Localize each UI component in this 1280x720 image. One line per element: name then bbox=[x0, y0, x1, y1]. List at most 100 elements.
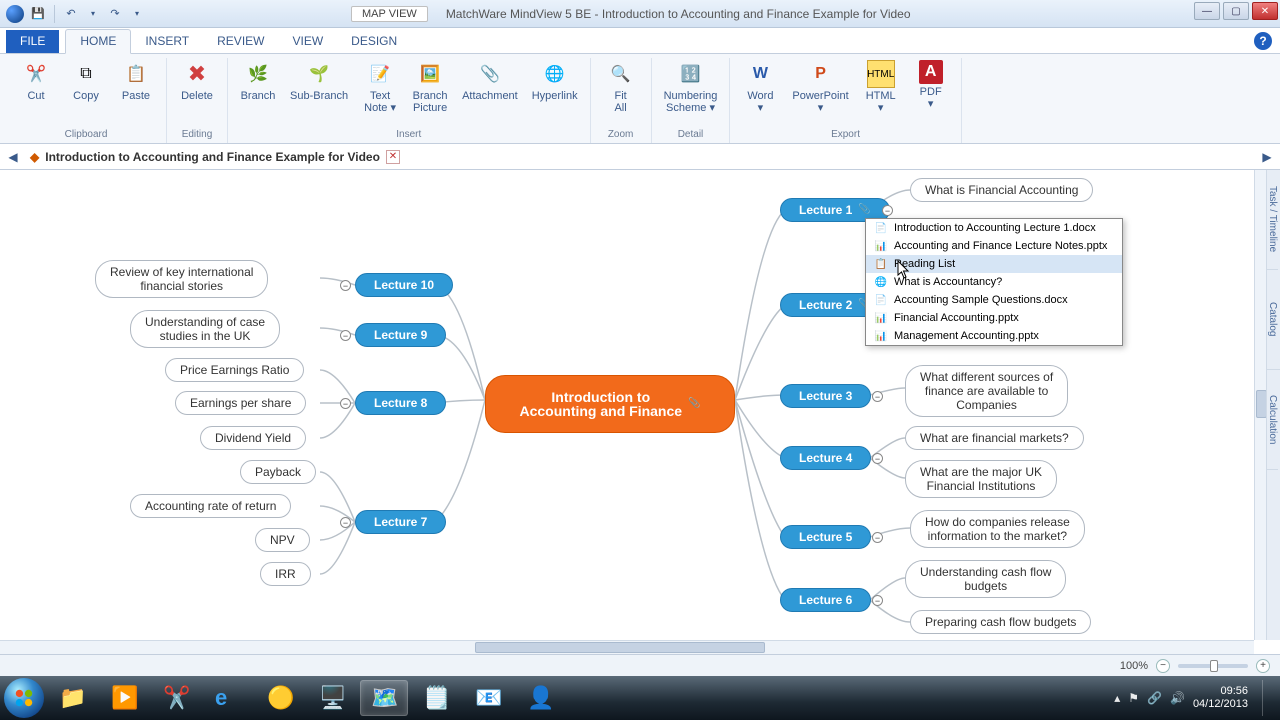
leaf-payback[interactable]: Payback bbox=[240, 460, 316, 484]
document-tab[interactable]: ◆ Introduction to Accounting and Finance… bbox=[30, 150, 400, 164]
leaf-divy[interactable]: Dividend Yield bbox=[200, 426, 306, 450]
leaf-npv[interactable]: NPV bbox=[255, 528, 310, 552]
tab-file[interactable]: FILE bbox=[6, 30, 59, 53]
minimize-button[interactable]: — bbox=[1194, 2, 1220, 20]
leaf-financial-accounting[interactable]: What is Financial Accounting bbox=[910, 178, 1093, 202]
leaf-markets[interactable]: What are financial markets? bbox=[905, 426, 1084, 450]
scroll-thumb[interactable] bbox=[475, 642, 765, 653]
delete-button[interactable]: ✖Delete bbox=[175, 58, 219, 104]
collapse-toggle[interactable]: − bbox=[872, 453, 883, 464]
center-node[interactable]: Introduction to Accounting and Finance 📎 bbox=[485, 375, 735, 433]
fitall-button[interactable]: 🔍Fit All bbox=[599, 58, 643, 116]
maximize-button[interactable]: ▢ bbox=[1223, 2, 1249, 20]
taskbar-stickynotes[interactable]: 🗒️ bbox=[412, 680, 460, 716]
taskbar-ie[interactable]: e bbox=[204, 680, 252, 716]
app-orb-icon[interactable] bbox=[6, 5, 24, 23]
show-desktop-button[interactable] bbox=[1262, 680, 1274, 716]
taskbar-app1[interactable]: 🖥️ bbox=[308, 680, 356, 716]
collapse-toggle[interactable]: − bbox=[872, 391, 883, 402]
help-icon[interactable]: ? bbox=[1254, 32, 1272, 50]
attachment-button[interactable]: 📎Attachment bbox=[458, 58, 522, 104]
horizontal-scrollbar[interactable] bbox=[0, 640, 1254, 654]
leaf-arr[interactable]: Accounting rate of return bbox=[130, 494, 291, 518]
redo-icon[interactable]: ↷ bbox=[107, 6, 123, 22]
cut-button[interactable]: ✂️Cut bbox=[14, 58, 58, 104]
attachment-item[interactable]: 📊Financial Accounting.pptx bbox=[866, 309, 1122, 327]
collapse-toggle[interactable]: − bbox=[882, 205, 893, 216]
collapse-toggle[interactable]: − bbox=[340, 517, 351, 528]
flag-icon[interactable]: ⚑ bbox=[1128, 691, 1139, 705]
export-word-button[interactable]: WWord ▾ bbox=[738, 58, 782, 116]
attachment-item[interactable]: 📄Introduction to Accounting Lecture 1.do… bbox=[866, 219, 1122, 237]
zoom-slider[interactable] bbox=[1178, 664, 1248, 668]
numbering-button[interactable]: 🔢Numbering Scheme ▾ bbox=[660, 58, 722, 116]
leaf-release[interactable]: How do companies release information to … bbox=[910, 510, 1085, 548]
node-lecture-7[interactable]: Lecture 7 bbox=[355, 510, 446, 534]
tray-chevron-icon[interactable]: ▴ bbox=[1114, 691, 1120, 705]
close-button[interactable]: ✕ bbox=[1252, 2, 1278, 20]
speaker-icon[interactable]: 🔊 bbox=[1170, 691, 1185, 705]
collapse-toggle[interactable]: − bbox=[872, 532, 883, 543]
leaf-prep-cf[interactable]: Preparing cash flow budgets bbox=[910, 610, 1091, 634]
tab-scroll-left-icon[interactable]: ◀ bbox=[6, 150, 20, 164]
zoom-in-button[interactable]: + bbox=[1256, 659, 1270, 673]
export-ppt-button[interactable]: PPowerPoint ▾ bbox=[788, 58, 852, 116]
export-html-button[interactable]: HTMLHTML ▾ bbox=[859, 58, 903, 116]
leaf-eps[interactable]: Earnings per share bbox=[175, 391, 306, 415]
save-icon[interactable]: 💾 bbox=[30, 6, 46, 22]
taskbar-snipping[interactable]: ✂️ bbox=[152, 680, 200, 716]
tab-design[interactable]: DESIGN bbox=[337, 30, 411, 53]
collapse-toggle[interactable]: − bbox=[340, 330, 351, 341]
taskbar-mindview[interactable]: 🗺️ bbox=[360, 680, 408, 716]
leaf-uk-institutions[interactable]: What are the major UK Financial Institut… bbox=[905, 460, 1057, 498]
network-icon[interactable]: 🔗 bbox=[1147, 691, 1162, 705]
node-lecture-4[interactable]: Lecture 4 bbox=[780, 446, 871, 470]
qat-menu-icon[interactable]: ▾ bbox=[129, 6, 145, 22]
taskbar-explorer[interactable]: 📁 bbox=[48, 680, 96, 716]
taskbar-app2[interactable]: 👤 bbox=[516, 680, 564, 716]
tab-home[interactable]: HOME bbox=[65, 29, 131, 54]
attachment-item[interactable]: 📋Reading List bbox=[866, 255, 1122, 273]
leaf-sources[interactable]: What different sources of finance are av… bbox=[905, 365, 1068, 417]
textnote-button[interactable]: 📝Text Note ▾ bbox=[358, 58, 402, 116]
tab-insert[interactable]: INSERT bbox=[131, 30, 203, 53]
branchpicture-button[interactable]: 🖼️Branch Picture bbox=[408, 58, 452, 116]
collapse-toggle[interactable]: − bbox=[340, 398, 351, 409]
copy-button[interactable]: ⧉Copy bbox=[64, 58, 108, 104]
tray-clock[interactable]: 09:56 04/12/2013 bbox=[1193, 685, 1248, 711]
attachment-item[interactable]: 🌐What is Accountancy? bbox=[866, 273, 1122, 291]
collapse-toggle[interactable]: − bbox=[340, 280, 351, 291]
branch-button[interactable]: 🌿Branch bbox=[236, 58, 280, 104]
tab-scroll-right-icon[interactable]: ▶ bbox=[1260, 150, 1274, 164]
hyperlink-button[interactable]: 🌐Hyperlink bbox=[528, 58, 582, 104]
node-lecture-3[interactable]: Lecture 3 bbox=[780, 384, 871, 408]
leaf-under-cf[interactable]: Understanding cash flow budgets bbox=[905, 560, 1066, 598]
attachment-item[interactable]: 📄Accounting Sample Questions.docx bbox=[866, 291, 1122, 309]
node-lecture-10[interactable]: Lecture 10 bbox=[355, 273, 453, 297]
taskbar-chrome[interactable]: 🟡 bbox=[256, 680, 304, 716]
leaf-per[interactable]: Price Earnings Ratio bbox=[165, 358, 304, 382]
leaf-case-uk[interactable]: Understanding of case studies in the UK bbox=[130, 310, 280, 348]
node-lecture-5[interactable]: Lecture 5 bbox=[780, 525, 871, 549]
leaf-irr[interactable]: IRR bbox=[260, 562, 311, 586]
taskbar-mediaplayer[interactable]: ▶️ bbox=[100, 680, 148, 716]
sidetab-calculation[interactable]: Calculation bbox=[1267, 370, 1278, 470]
tab-review[interactable]: REVIEW bbox=[203, 30, 278, 53]
subbranch-button[interactable]: 🌱Sub-Branch bbox=[286, 58, 352, 104]
collapse-toggle[interactable]: − bbox=[872, 595, 883, 606]
undo-menu-icon[interactable]: ▾ bbox=[85, 6, 101, 22]
sidetab-task-timeline[interactable]: Task / Timeline bbox=[1267, 170, 1278, 270]
taskbar-outlook[interactable]: 📧 bbox=[464, 680, 512, 716]
undo-icon[interactable]: ↶ bbox=[63, 6, 79, 22]
attachment-item[interactable]: 📊Accounting and Finance Lecture Notes.pp… bbox=[866, 237, 1122, 255]
node-lecture-6[interactable]: Lecture 6 bbox=[780, 588, 871, 612]
sidetab-multimedia[interactable]: Multimedia Catalog bbox=[1267, 270, 1280, 370]
tab-view[interactable]: VIEW bbox=[278, 30, 337, 53]
attachment-item[interactable]: 📊Management Accounting.pptx bbox=[866, 327, 1122, 345]
node-lecture-8[interactable]: Lecture 8 bbox=[355, 391, 446, 415]
close-document-icon[interactable]: ✕ bbox=[386, 150, 400, 164]
paste-button[interactable]: 📋Paste bbox=[114, 58, 158, 104]
node-lecture-9[interactable]: Lecture 9 bbox=[355, 323, 446, 347]
mindmap-canvas[interactable]: Introduction to Accounting and Finance 📎… bbox=[0, 170, 1254, 640]
export-pdf-button[interactable]: APDF ▾ bbox=[909, 58, 953, 112]
